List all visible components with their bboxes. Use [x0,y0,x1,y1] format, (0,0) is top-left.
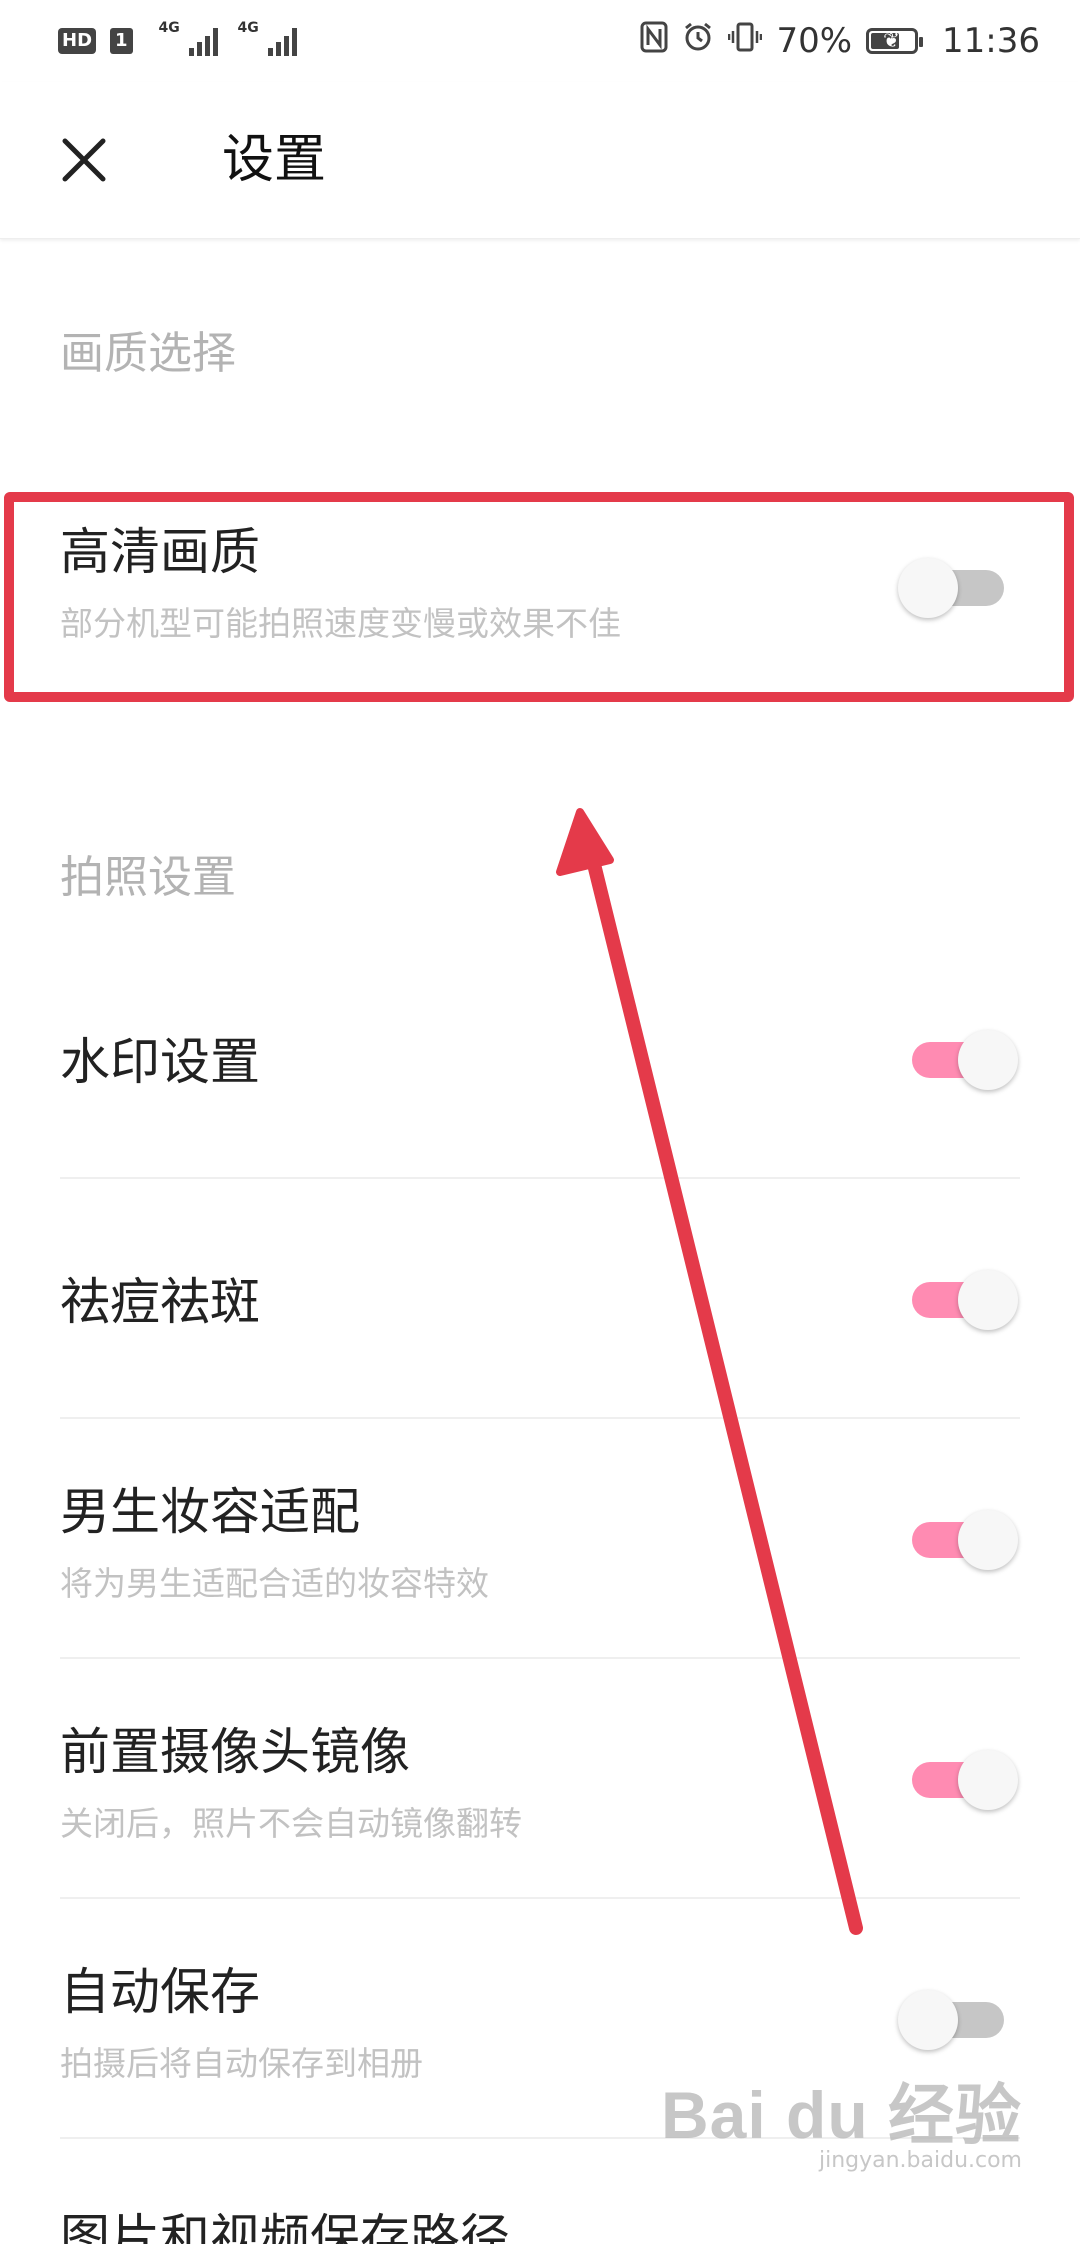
setting-title: 前置摄像头镜像 [60,1723,410,1781]
vibrate-icon [728,21,763,61]
setting-row-male-makeup: 男生妆容适配 将为男生适配合适的妆容特效 [60,1470,1020,1630]
section-header-photo: 拍照设置 [60,852,236,903]
network-type-label: 4G [237,20,259,36]
close-button[interactable] [54,130,114,190]
close-icon [62,138,106,182]
network-type-label: 4G [158,20,180,36]
front-camera-mirror-toggle[interactable] [908,1750,1018,1810]
acne-removal-toggle[interactable] [908,1270,1018,1330]
auto-save-toggle[interactable] [898,1990,1008,2050]
toggle-knob [958,1750,1018,1810]
toggle-knob [898,558,958,618]
setting-row-watermark: 水印设置 [60,1000,1020,1160]
sim-badge: 1 [110,28,133,54]
status-right: 70% ❦ 11:36 [640,21,1040,61]
hd-badge: HD [58,28,97,54]
toggle-knob [958,1030,1018,1090]
setting-row-hd-quality: 高清画质 部分机型可能拍照速度变慢或效果不佳 [60,510,1020,670]
divider [60,1657,1020,1659]
setting-subtitle: 拍摄后将自动保存到相册 [60,2044,423,2083]
male-makeup-toggle[interactable] [908,1510,1018,1570]
watermark-logo: Bai du 经验 [660,2078,1022,2152]
setting-title: 祛痘祛斑 [60,1273,260,1331]
alarm-icon [682,21,714,61]
setting-subtitle: 关闭后，照片不会自动镜像翻转 [60,1804,522,1843]
setting-title: 高清画质 [60,523,260,581]
battery-percent: 70% [776,21,853,61]
hd-quality-toggle[interactable] [898,558,1008,618]
nfc-icon [640,21,668,61]
setting-title: 水印设置 [60,1033,260,1091]
battery-icon: ❦ [866,28,924,54]
status-left: HD 1 4G 4G [58,20,297,56]
divider [60,1417,1020,1419]
app-header: 设置 [0,82,1080,239]
toggle-knob [898,1990,958,2050]
setting-row-acne: 祛痘祛斑 [60,1240,1020,1400]
section-header-quality: 画质选择 [60,328,236,379]
watermark-toggle[interactable] [908,1030,1018,1090]
setting-row-save-path[interactable]: 图片和视频保存路径 [60,2208,510,2244]
status-bar: HD 1 4G 4G 70% ❦ 11:36 [0,0,1080,82]
setting-subtitle: 部分机型可能拍照速度变慢或效果不佳 [60,604,621,643]
signal-icon: 4G [238,20,297,56]
watermark: Bai du 经验 jingyan.baidu.com [661,2082,1022,2174]
signal-icon: 4G [159,20,218,56]
clock: 11:36 [942,21,1040,61]
setting-title: 自动保存 [60,1963,260,2021]
toggle-knob [958,1270,1018,1330]
page-title: 设置 [222,130,327,190]
setting-row-front-mirror: 前置摄像头镜像 关闭后，照片不会自动镜像翻转 [60,1710,1020,1870]
setting-title: 男生妆容适配 [60,1483,360,1541]
divider [60,1177,1020,1179]
divider [60,1897,1020,1899]
toggle-knob [958,1510,1018,1570]
leaf-icon: ❦ [883,28,900,52]
setting-subtitle: 将为男生适配合适的妆容特效 [60,1564,489,1603]
